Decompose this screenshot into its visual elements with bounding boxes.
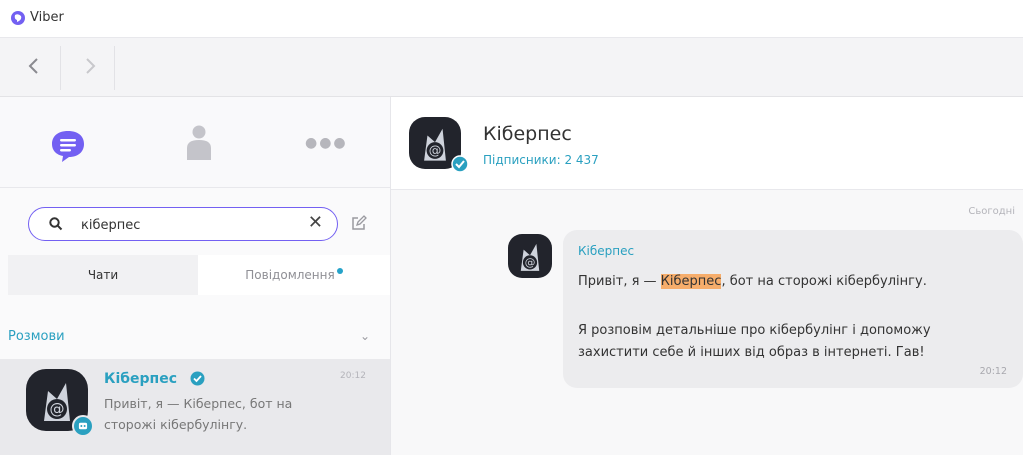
nav-divider [114, 46, 115, 90]
svg-text:@: @ [50, 400, 65, 418]
sidebar-tabs: Чати Повідомлення [8, 255, 390, 295]
conversation-name: Кіберпес [104, 371, 178, 387]
tab-chats-label: Чати [87, 268, 119, 282]
contacts-icon[interactable] [184, 124, 214, 160]
message-area: Сьогодні @ Кіберпес Привіт, я — Кіберпес… [391, 190, 1023, 455]
date-separator: Сьогодні [968, 206, 1015, 217]
cyberdog-avatar-icon: @ [520, 243, 540, 271]
tab-messages[interactable]: Повідомлення [198, 255, 390, 295]
verified-icon [451, 155, 469, 173]
forward-button[interactable] [76, 52, 104, 80]
nav-divider [60, 46, 61, 90]
title-bar: Viber [0, 0, 1023, 38]
tab-messages-label: Повідомлення [245, 268, 335, 282]
conversation-item[interactable]: @ Кіберпес 20:12 Привіт, я — Кіберпес, б… [0, 359, 390, 455]
message-avatar[interactable]: @ [508, 234, 552, 278]
svg-text:@: @ [429, 143, 442, 158]
more-icon[interactable]: ●●● [305, 135, 346, 151]
search-icon [49, 217, 63, 231]
clear-search-button[interactable]: ✕ [308, 212, 323, 233]
verified-icon [190, 371, 205, 386]
chat-title[interactable]: Кіберпес [483, 123, 572, 145]
message-text-before: Привіт, я — [578, 274, 661, 289]
sidebar-nav: ●●● [0, 97, 390, 188]
message-text-after: , бот на сторожі кібербулінгу. [721, 274, 927, 289]
chevron-left-icon [28, 58, 38, 74]
section-title: Розмови [8, 329, 65, 344]
chevron-down-icon[interactable]: ⌄ [360, 329, 370, 343]
search-highlight: Кіберпес [660, 274, 722, 289]
message-sender: Кіберпес [578, 244, 635, 258]
unread-dot [336, 268, 343, 274]
svg-text:@: @ [525, 256, 536, 269]
back-button[interactable] [20, 52, 48, 80]
viber-logo-icon [11, 11, 25, 25]
chat-header: @ Кіберпес Підписники: 2 437 [391, 97, 1023, 190]
tab-chats[interactable]: Чати [8, 255, 198, 295]
search-field[interactable]: ✕ [28, 207, 338, 241]
message-bubble[interactable]: Кіберпес Привіт, я — Кіберпес, бот на ст… [563, 230, 1023, 388]
conversations-section-header[interactable]: Розмови ⌄ [0, 309, 390, 345]
message-line-2: Я розповім детальніше про кібербулінг і … [578, 323, 931, 360]
compose-icon[interactable] [351, 215, 367, 231]
chevron-right-icon [86, 58, 96, 74]
message-time: 20:12 [979, 366, 1007, 377]
navigation-bar [0, 38, 1023, 97]
subscriber-count: Підписники: 2 437 [483, 153, 599, 167]
message-line-1: Привіт, я — Кіберпес, бот на сторожі кіб… [578, 274, 927, 289]
chats-icon[interactable] [50, 129, 86, 163]
conversation-time: 20:12 [340, 371, 366, 381]
bot-badge-icon [72, 415, 94, 437]
search-input[interactable] [79, 214, 303, 236]
window-title: Viber [30, 10, 64, 25]
conversation-preview: Привіт, я — Кіберпес, бот на сторожі кіб… [104, 396, 293, 432]
sidebar: ●●● ✕ Чати Повідомлення Розмови ⌄ @ [0, 97, 391, 455]
